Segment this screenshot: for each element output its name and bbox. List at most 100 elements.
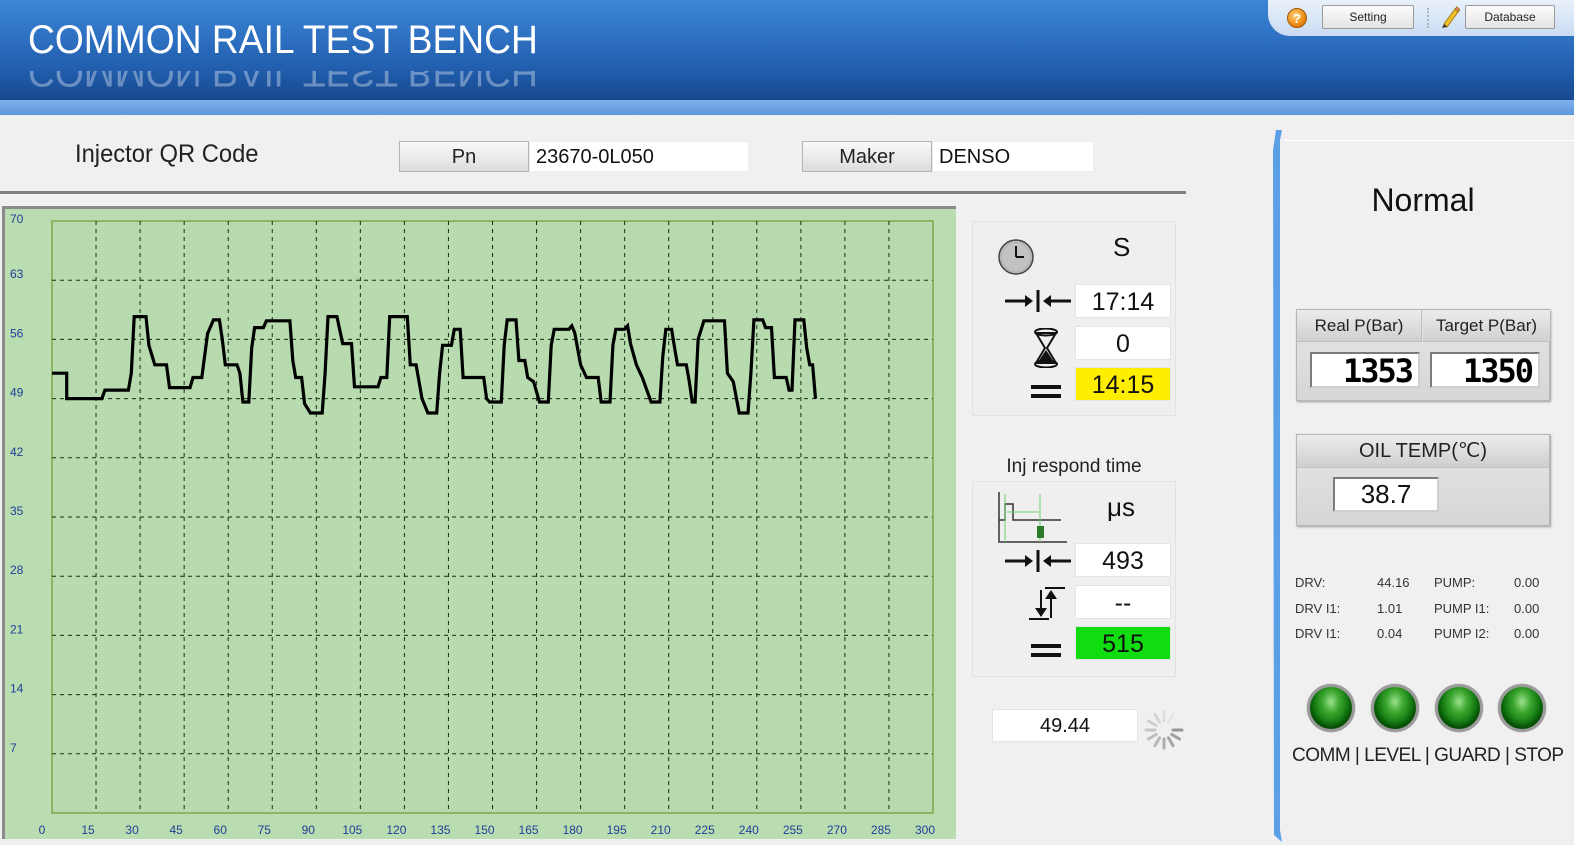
stat-value: 0.04 [1377,626,1403,641]
stat-value: 0.00 [1514,600,1540,616]
stat-row: DRV: 44.16 PUMP: 0.00 [1295,575,1565,601]
header-underline [0,100,1574,115]
resp-unit-label: μs [1107,492,1135,522]
reading-value: 49.44 [992,709,1138,742]
pressure-box: Real P(Bar) Target P(Bar) 1353 1350 [1296,309,1550,401]
pencil-icon[interactable] [1440,6,1460,28]
toolbar-separator [1427,8,1431,28]
x-tick-label: 75 [258,823,272,837]
stat-value: 1.01 [1377,600,1403,616]
time-unit-label: S [1113,232,1131,262]
y-tick-label: 35 [10,504,24,518]
drive-stats: DRV: 44.16 PUMP: 0.00 DRV I1: 1.01 PUMP … [1295,575,1565,652]
help-icon[interactable]: ? [1287,8,1307,28]
stat-label: DRV I1: [1295,626,1341,641]
spinner-segment [1146,719,1158,727]
x-tick-label: 240 [739,823,759,837]
time-value-result: 14:15 [1075,367,1171,401]
level-led-icon [1371,684,1419,732]
spinner-segment [1153,736,1161,748]
status-text: Normal [1371,182,1475,218]
inj-respond-panel: μs 493 -- 515 [972,481,1176,677]
x-tick-label: 165 [519,823,539,837]
database-button[interactable]: Database [1465,5,1555,29]
real-pressure-value: 1353 [1310,352,1420,388]
x-tick-label: 120 [386,823,406,837]
stat-label: PUMP I2: [1434,626,1490,641]
y-tick-label: 28 [10,563,24,577]
x-tick-label: 195 [607,823,627,837]
x-tick-label: 135 [430,823,450,837]
x-tick-label: 30 [125,823,139,837]
x-tick-label: 180 [563,823,583,837]
spinner-segment [1167,736,1175,748]
x-tick-label: 225 [695,823,715,837]
stat-value: 44.16 [1377,575,1410,590]
led-labels: COMM | LEVEL | GUARD | STOP [1292,745,1564,766]
x-tick-label: 15 [81,823,95,837]
y-tick-label: 42 [10,445,24,459]
stop-led-icon [1498,684,1546,732]
x-tick-label: 0 [39,823,46,837]
time-value-1: 17:14 [1075,284,1171,318]
y-tick-label: 7 [10,741,17,755]
x-tick-label: 270 [827,823,847,837]
y-tick-label: 49 [10,386,24,400]
spinner-segment [1170,733,1182,741]
spinner-segment [1146,733,1158,741]
stat-value: 0.00 [1514,626,1540,641]
maker-field[interactable]: DENSO [932,141,1094,172]
stat-label: DRV I1: [1295,600,1341,616]
converge-arrows-icon [1005,290,1071,312]
stat-label: PUMP: [1434,575,1476,590]
hourglass-icon [1034,328,1058,368]
x-tick-label: 45 [169,823,183,837]
x-tick-label: 150 [474,823,494,837]
clock-icon [998,239,1034,275]
x-tick-label: 105 [342,823,362,837]
injector-qr-label: Injector QR Code [75,140,259,168]
x-tick-label: 90 [302,823,316,837]
inj-respond-time-title: Inj respond time [1006,456,1142,477]
real-pressure-label: Real P(Bar) [1297,310,1422,342]
pressure-chart: 0 15 30 45 60 75 90 105 120 135 150 165 180 195 210 225… [2,206,956,839]
time-value-2: 0 [1075,326,1171,360]
spinner-segment [1167,712,1175,724]
equals-icon [1031,644,1061,657]
stat-label: DRV: [1295,575,1326,590]
x-tick-label: 300 [915,823,935,837]
y-tick-label: 14 [10,682,24,696]
stat-value: 0.00 [1514,575,1540,590]
equals-icon [1031,385,1061,398]
target-pressure-value: 1350 [1430,352,1540,388]
oil-temp-label: OIL TEMP(℃) [1297,435,1549,468]
spinner-segment [1153,712,1161,724]
pn-button[interactable]: Pn [399,141,529,172]
x-tick-label: 60 [214,823,228,837]
stat-row: DRV I1: 1.01 PUMP I1: 0.00 [1295,601,1565,627]
x-tick-label: 210 [651,823,671,837]
target-pressure-label: Target P(Bar) [1423,310,1550,342]
resp-value-1: 493 [1075,543,1171,577]
y-tick-label: 70 [10,212,24,226]
y-tick-label: 21 [10,622,24,636]
guard-led-icon [1435,684,1483,732]
setting-button[interactable]: Setting [1322,5,1414,29]
spinner-segment [1170,719,1182,727]
maker-button[interactable]: Maker [802,141,932,172]
resp-value-2: -- [1075,585,1171,619]
comm-led-icon [1307,684,1355,732]
pn-field[interactable]: 23670-0L050 [529,141,749,172]
injector-waveform-icon [998,492,1067,543]
converge-arrows-icon [1005,550,1071,572]
oil-temp-box: OIL TEMP(℃) 38.7 [1296,434,1550,526]
resp-value-result: 515 [1075,626,1171,660]
vertical-arrows-icon [1029,587,1065,620]
x-tick-label: 255 [783,823,803,837]
stat-row: DRV I1: 0.04 PUMP I2: 0.00 [1295,626,1565,652]
chart-svg: 0 15 30 45 60 75 90 105 120 135 150 165 180 195 210 225… [10,212,935,837]
x-tick-label: 285 [871,823,891,837]
time-panel: S 17:14 0 14:15 [972,221,1176,416]
loading-spinner-icon [1144,710,1184,750]
y-tick-label: 56 [10,326,24,340]
